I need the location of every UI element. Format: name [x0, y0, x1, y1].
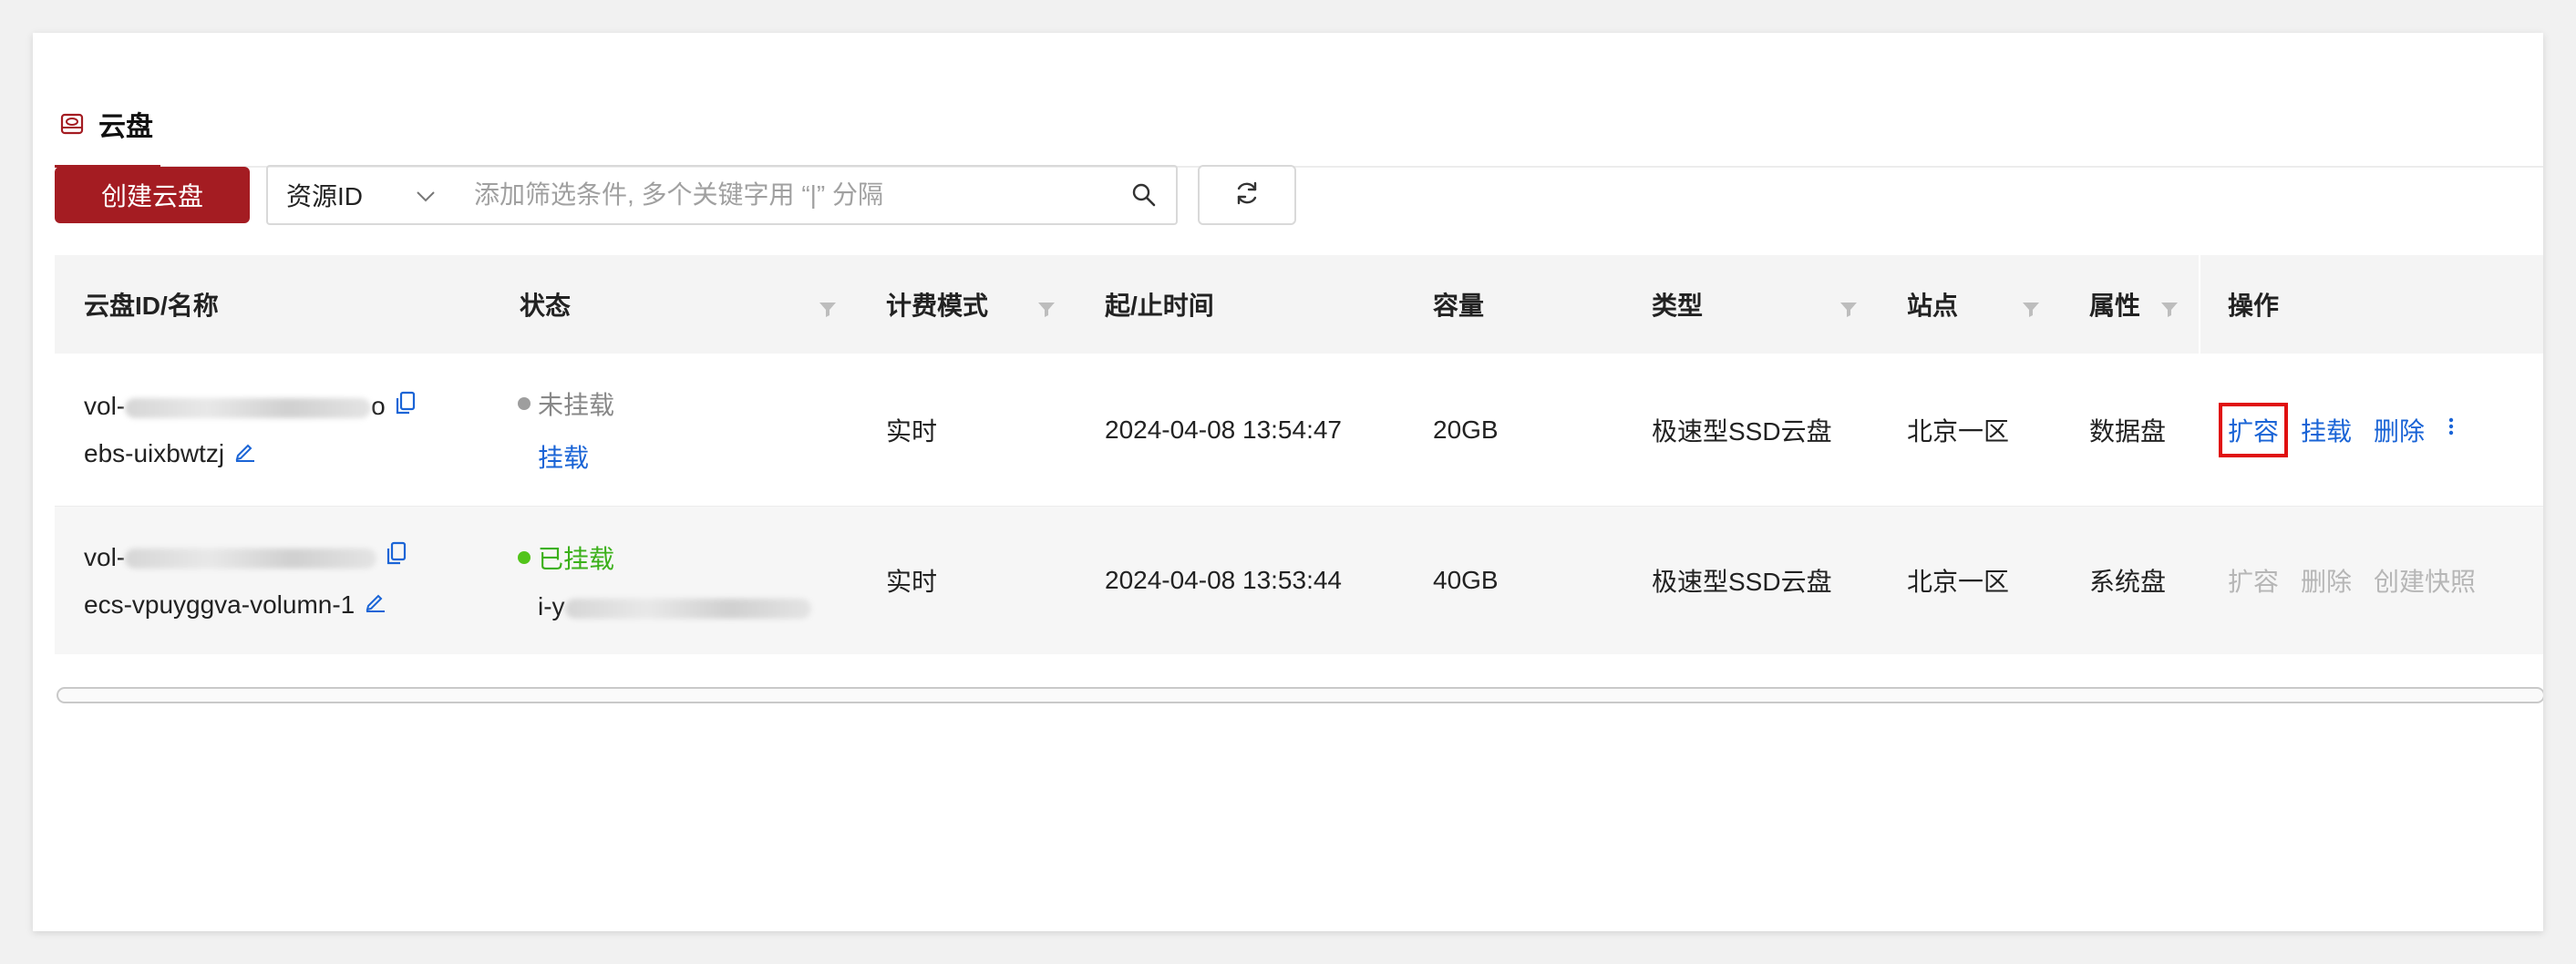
status-text: 未挂载	[538, 390, 615, 419]
type-cell: 极速型SSD云盘	[1652, 416, 1832, 446]
tab-bar: 云盘	[55, 82, 2543, 168]
col-header-capacity: 容量	[1433, 292, 1485, 320]
filter-icon[interactable]	[2022, 296, 2040, 317]
toolbar: 创建云盘 资源ID	[55, 165, 1296, 225]
billing-cell: 实时	[886, 416, 938, 446]
search-icon[interactable]	[1112, 167, 1176, 223]
site-cell: 北京一区	[1907, 568, 2010, 596]
attribute-cell: 数据盘	[2089, 416, 2167, 446]
edit-icon[interactable]	[233, 439, 257, 469]
filter-icon[interactable]	[2160, 296, 2179, 317]
delete-button[interactable]: 删除	[2301, 562, 2352, 599]
chevron-down-icon	[416, 180, 436, 210]
more-icon[interactable]	[2447, 414, 2456, 446]
col-header-billing: 计费模式	[857, 255, 1076, 354]
cloud-disk-icon	[58, 110, 86, 138]
filter-icon[interactable]	[819, 296, 837, 317]
time-cell: 2024-04-08 13:54:47	[1105, 415, 1342, 444]
cloud-disk-panel: 云盘 创建云盘 资源ID 添加筛选条件, 多个关键字用 “|” 分隔 云盘ID/…	[33, 33, 2543, 931]
tab-label: 云盘	[98, 111, 153, 142]
create-snapshot-button[interactable]: 创建快照	[2374, 562, 2476, 599]
disk-name: ebs-uixbwtzj	[84, 439, 225, 467]
col-header-type: 类型	[1623, 255, 1878, 354]
col-header-id: 云盘ID/名称	[84, 292, 219, 320]
site-cell: 北京一区	[1907, 416, 2010, 446]
filter-icon[interactable]	[1839, 296, 1858, 317]
col-header-time: 起/止时间	[1105, 292, 1214, 320]
status-dot	[518, 551, 531, 564]
copy-icon[interactable]	[395, 391, 417, 423]
type-cell: 极速型SSD云盘	[1652, 568, 1832, 596]
filter-field-value: 资源ID	[286, 182, 364, 210]
redacted-id	[125, 549, 377, 569]
instance-id[interactable]: i-y	[518, 592, 811, 621]
delete-button[interactable]: 删除	[2374, 412, 2425, 448]
billing-cell: 实时	[886, 568, 938, 596]
horizontal-scrollbar[interactable]	[57, 687, 2543, 703]
redacted-id	[564, 598, 811, 619]
refresh-icon	[1232, 179, 1262, 212]
expand-button[interactable]: 扩容	[2218, 402, 2289, 457]
table-row: vol- ecs-vpuyggva-volumn-1 已挂载 i-y 实时 20…	[55, 507, 2543, 654]
col-header-site: 站点	[1878, 255, 2060, 354]
disk-name: ecs-vpuyggva-volumn-1	[84, 590, 355, 619]
edit-icon[interactable]	[364, 590, 387, 620]
mount-button[interactable]: 挂载	[2301, 412, 2352, 448]
attribute-cell: 系统盘	[2089, 568, 2167, 596]
refresh-button[interactable]	[1198, 165, 1296, 225]
mount-link[interactable]: 挂载	[518, 438, 614, 475]
tab-cloud-disk[interactable]: 云盘	[55, 82, 160, 168]
create-disk-button[interactable]: 创建云盘	[55, 167, 250, 223]
search-bar: 资源ID	[266, 165, 1178, 225]
col-header-actions: 操作	[2199, 255, 2543, 354]
disk-table: 云盘ID/名称 状态 计费模式 起/止时间 容量 类型 站点 属性 操作 vol…	[55, 255, 2543, 654]
capacity-cell: 20GB	[1433, 415, 1499, 444]
table-row: vol-o ebs-uixbwtzj 未挂载 挂载 实时 2024-04-08 …	[55, 354, 2543, 507]
column-divider	[2199, 255, 2200, 354]
time-cell: 2024-04-08 13:53:44	[1105, 566, 1342, 594]
filter-icon[interactable]	[1037, 296, 1056, 317]
status-text: 已挂载	[538, 545, 615, 573]
search-input[interactable]	[469, 167, 1112, 223]
col-header-status: 状态	[492, 255, 857, 354]
disk-id: vol-o	[84, 392, 386, 420]
redacted-id	[125, 397, 372, 418]
copy-icon[interactable]	[386, 541, 407, 573]
capacity-cell: 40GB	[1433, 566, 1499, 594]
table-header: 云盘ID/名称 状态 计费模式 起/止时间 容量 类型 站点 属性 操作	[55, 255, 2543, 354]
disk-id: vol-	[84, 543, 377, 572]
col-header-attribute: 属性	[2060, 255, 2199, 354]
status-dot	[518, 396, 531, 410]
filter-field-select[interactable]: 资源ID	[268, 167, 469, 223]
expand-button[interactable]: 扩容	[2228, 562, 2279, 599]
